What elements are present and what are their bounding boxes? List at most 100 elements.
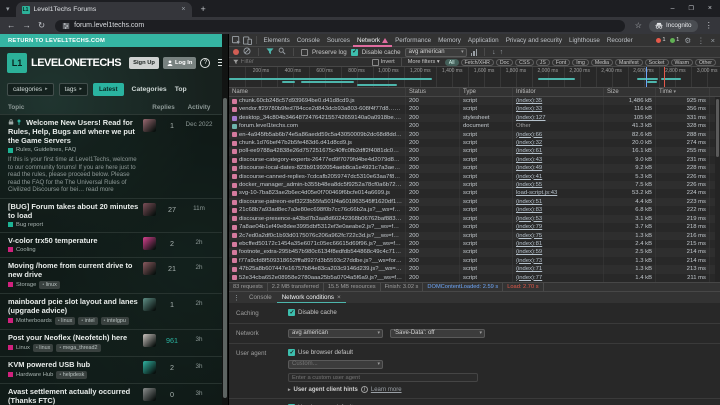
drawer-tab-close-icon[interactable]: × [337,292,341,304]
initiator-link[interactable]: (index):71 [516,266,542,272]
filter-input[interactable] [240,59,372,65]
initiator-link[interactable]: (index):41 [516,174,542,180]
ua-custom-select[interactable]: Custom... [288,360,383,369]
categories-dropdown[interactable]: categories ▸ [7,82,54,96]
topic-row[interactable]: Moving /home from current drive to new d… [0,257,222,294]
network-overview[interactable]: 200 ms 400 ms 600 ms 800 ms 1,000 ms 1,200 ms… [229,67,720,88]
request-initiator-cell[interactable]: (index):77 [513,273,604,282]
filter-chip-media[interactable]: Media [590,58,614,66]
category-name[interactable]: Cooling [16,247,36,253]
topic-tag[interactable]: intel [78,316,98,325]
topic-title[interactable]: Welcome New Users! Read for Rules, Help,… [8,118,135,145]
request-initiator-cell[interactable]: (index):75 [513,231,604,240]
network-request-row[interactable]: discourse-patreon-eef3223b55fa501f4a6018… [229,197,720,207]
devtools-settings-icon[interactable]: ⚙ [684,36,691,45]
network-request-row[interactable]: discourse-presence-a43bd7b3aa8d60242368b… [229,214,720,224]
filter-chip-socket[interactable]: Socket [644,58,669,66]
request-initiator-cell[interactable]: (index):61 [513,147,604,156]
network-request-row[interactable]: 2c7ed0a2df0c1b93d0175076c206a962fc722c3d… [229,231,720,240]
initiator-link[interactable]: (index):49 [516,165,542,171]
help-icon[interactable]: ? [200,57,211,68]
devtools-tab-memory[interactable]: Memory [435,34,465,47]
request-initiator-cell[interactable]: (index):81 [513,239,604,249]
initiator-link[interactable]: (index):66 [516,132,542,138]
devtools-menu-icon[interactable]: ⋮ [697,36,705,45]
request-name-cell[interactable]: 47b25a8b607447e16757b84e83ca203c9146d239… [229,265,406,274]
network-request-row[interactable]: discourse-canned-replies-7cdcafb2059747d… [229,172,720,182]
initiator-link[interactable]: (index):61 [516,148,542,154]
request-initiator-cell[interactable]: (index):51 [513,197,604,207]
request-name-cell[interactable]: chunk.60cb248c57d939694be0.d41d8cd9.js [229,97,406,106]
request-name-cell[interactable]: chunk.1d76bef47b2b5fe483d6.d41d8cd9.js [229,139,406,148]
tab-close-icon[interactable]: × [181,6,185,13]
network-conditions-icon[interactable] [470,48,478,56]
filter-chip-doc[interactable]: Doc [495,58,514,66]
network-request-row[interactable]: f77a9cfd8f509318652fffa8927d3b5593c27ddb… [229,256,720,266]
request-name-cell[interactable]: discourse-presence-a43bd7b3aa8d60242368b… [229,214,406,224]
request-name-cell[interactable]: desktop_34c804b346487247642155742659140a… [229,113,406,123]
topic-tag[interactable]: linux [39,280,60,289]
reload-icon[interactable]: ↻ [38,17,45,34]
column-topic[interactable]: Topic [8,104,143,111]
devtools-tab-privacy-and-security[interactable]: Privacy and security [502,34,565,47]
request-name-cell[interactable]: poll-ee9788a42838e26d757251675c40ffc0fb2… [229,147,406,156]
forward-icon[interactable]: → [23,17,32,34]
devtools-close-icon[interactable]: × [711,36,715,45]
category-name[interactable]: Hardware Hub [16,372,53,378]
topic-tag[interactable]: intelgpu [100,316,129,325]
scrollbar-thumb[interactable] [716,99,719,157]
devtools-tab-sources[interactable]: Sources [323,34,353,47]
topic-title[interactable]: mainboard pcie slot layout and lanes (up… [8,297,138,315]
column-activity[interactable]: Activity [184,104,214,111]
request-initiator-cell[interactable]: (index):79 [513,223,604,232]
topic-title[interactable]: Post your Neoflex (Neofetch) here [8,333,127,342]
topic-title[interactable]: V-color trx50 temperature [8,236,98,245]
avatar[interactable] [143,360,156,374]
scrollbar-thumb[interactable] [223,98,227,398]
return-banner[interactable]: RETURN TO LEVEL1TECHS.COM [0,34,222,47]
avatar[interactable] [143,333,156,347]
devtools-tab-lighthouse[interactable]: Lighthouse [566,34,604,47]
column-header-type[interactable]: Type [460,88,513,96]
initiator-link[interactable]: (index):75 [516,233,542,239]
network-request-row[interactable]: forum.level1techs.com 200 document Other 41.… [229,122,720,131]
drawer-menu-icon[interactable]: ⋮ [233,294,240,302]
network-request-row[interactable]: en-4a945fb5ab6b74e5a86aedd59c5a43050009b… [229,130,720,140]
ua-custom-input[interactable] [288,373,478,382]
column-header-size[interactable]: Size [604,88,656,96]
topic-row[interactable]: Avast settlement actually occurred (Than… [0,383,222,405]
filter-chip-font[interactable]: Font [551,58,571,66]
filter-chip-other[interactable]: Other [695,58,716,66]
network-request-row[interactable]: 47b25a8b607447e16757b84e83ca203c9146d239… [229,265,720,274]
request-name-cell[interactable]: discourse-patreon-eef3223b55fa501f4a6018… [229,197,406,207]
request-name-cell[interactable]: 21c68b7a93ad8ec7a3e80ec698f0b7cc76c66b2a… [229,206,406,215]
filter-chip-img[interactable]: Img [572,58,589,66]
network-request-row[interactable]: discourse-local-dates-823b91992054aeb8ca… [229,164,720,173]
request-initiator-cell[interactable]: (index):71 [513,265,604,274]
disable-cache-checkbox[interactable] [350,48,358,56]
request-name-cell[interactable]: svg-10-7ba823ae2b6ec4d05e0f700469f6bcfe0… [229,189,406,198]
request-initiator-cell[interactable]: (index):49 [513,164,604,173]
topic-row[interactable]: KVM powered USB hubHardware Hubhelpdesk2… [0,356,222,384]
initiator-link[interactable]: (index):53 [516,216,542,222]
network-request-row[interactable]: 52e34cba652e08958e2780aaa25b5a0704a5f6a9… [229,273,720,282]
login-button[interactable]: Log In [162,56,197,69]
search-network-icon[interactable] [278,47,286,57]
network-request-row[interactable]: vendor.ff29780b9fed784cce2d843dcb93a803-… [229,105,720,114]
request-name-cell[interactable]: docker_manager_admin-b355b48ea8dc5f9252a… [229,181,406,190]
export-har-icon[interactable]: ↑ [500,49,504,56]
request-initiator-cell[interactable]: (index):59 [513,248,604,257]
network-request-row[interactable]: docker_manager_admin-b355b48ea8dc5f9252a… [229,181,720,190]
request-initiator-cell[interactable]: (index):83 [513,206,604,215]
topic-row[interactable]: [BUG] Forum takes about 20 minutes to lo… [0,198,222,233]
topic-tag[interactable]: helpdesk [56,370,88,379]
topic-row[interactable]: Welcome New Users! Read for Rules, Help,… [0,115,222,199]
request-name-cell[interactable]: vendor.ff29780b9fed784cce2d843dcb93a803-… [229,105,406,114]
request-initiator-cell[interactable]: load-script.js:43 [513,189,604,198]
request-name-cell[interactable]: en-4a945fb5ab6b74e5a86aedd59c5a43050009b… [229,130,406,140]
column-header-time[interactable]: Time ▾ [656,88,710,96]
initiator-link[interactable]: (index):33 [516,106,542,112]
address-bar[interactable]: forum.level1techs.com [55,19,625,32]
client-hints-toggle[interactable]: ▸ User agent client hints i Learn more [288,386,478,393]
tab-latest[interactable]: Latest [93,82,124,96]
